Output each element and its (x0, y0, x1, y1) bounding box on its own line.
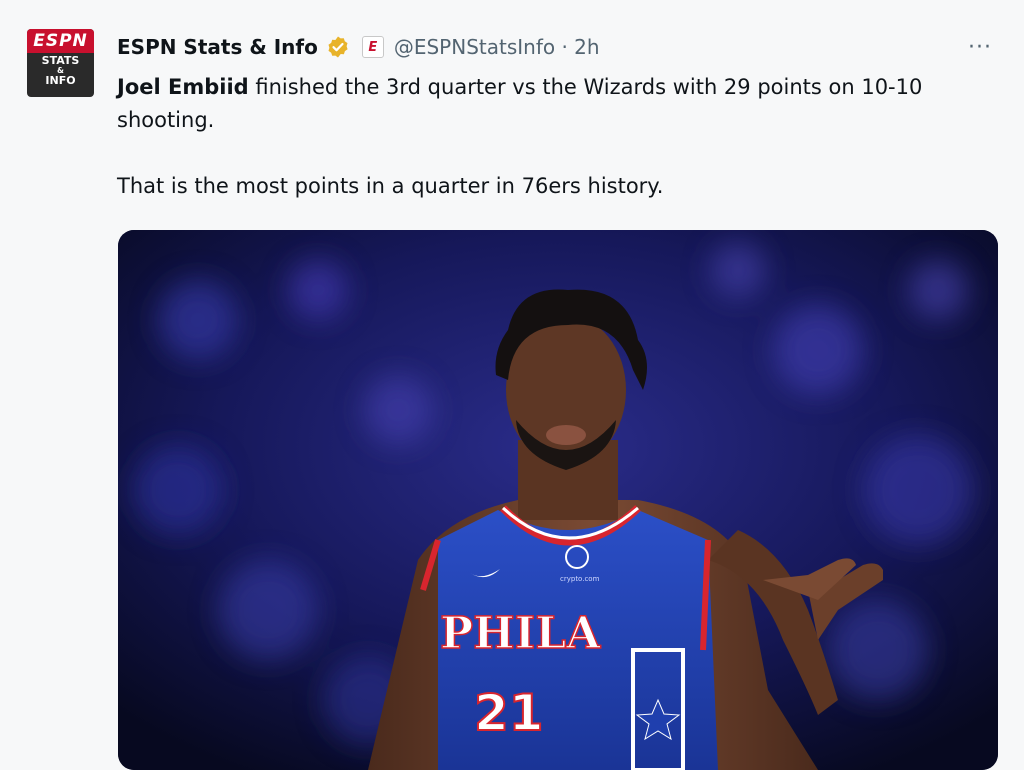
player-name: Joel Embiid (117, 75, 249, 99)
handle-and-time[interactable]: @ESPNStatsInfo · 2h (394, 35, 600, 59)
avatar-stats-info: STATS & INFO (27, 55, 94, 87)
jersey-number: 21 (474, 684, 544, 742)
tweet[interactable]: ESPN STATS & INFO ESPN Stats & Info E @E… (0, 0, 1024, 755)
avatar-espn-logo: ESPN (27, 29, 94, 53)
tweet-text: Joel Embiid finished the 3rd quarter vs … (117, 71, 987, 203)
more-options-icon[interactable]: ··· (968, 35, 992, 60)
display-name[interactable]: ESPN Stats & Info (117, 35, 318, 59)
jersey-text: PHILA (440, 608, 601, 659)
tweet-photo[interactable]: crypto.com PHILA 21 (118, 230, 998, 770)
avatar[interactable]: ESPN STATS & INFO (27, 29, 94, 97)
jersey-patch-text: crypto.com (560, 575, 600, 583)
avatar-line-3: INFO (27, 75, 94, 87)
tweet-paragraph-1: Joel Embiid finished the 3rd quarter vs … (117, 71, 987, 137)
tweet-paragraph-2: That is the most points in a quarter in … (117, 170, 987, 203)
affiliate-espn-icon[interactable]: E (362, 36, 384, 58)
tweet-header: ESPN Stats & Info E @ESPNStatsInfo · 2h (117, 32, 600, 62)
verified-badge-icon (326, 35, 350, 59)
